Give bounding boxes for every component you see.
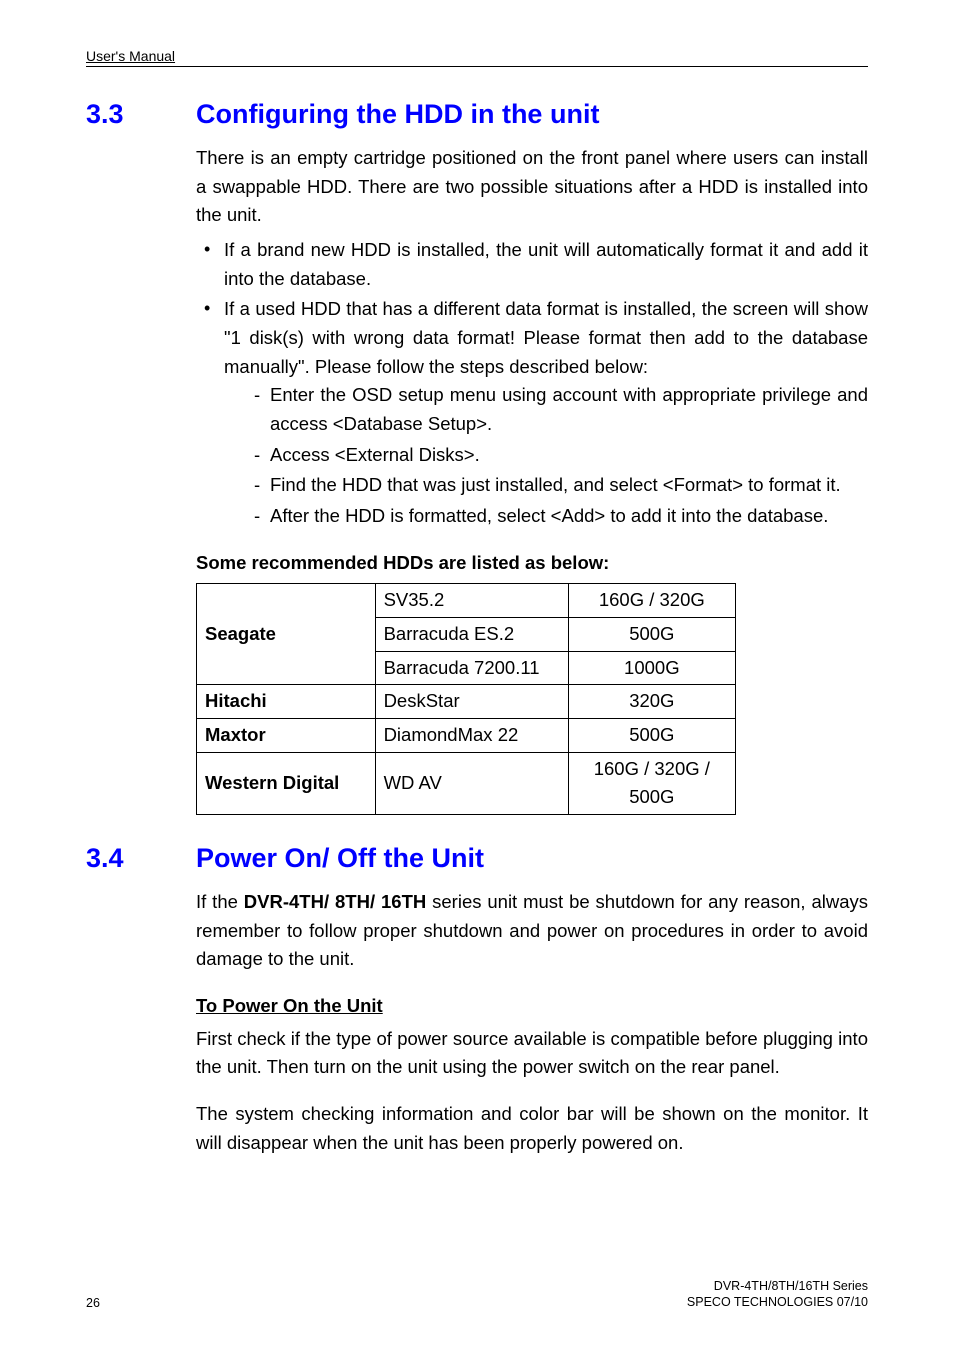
model-cell: Barracuda ES.2 [375, 618, 568, 652]
capacity-cell: 160G / 320G [568, 584, 735, 618]
footer-right: DVR-4TH/8TH/16TH Series SPECO TECHNOLOGI… [687, 1278, 868, 1311]
power-on-subheading: To Power On the Unit [196, 992, 868, 1021]
model-cell: DeskStar [375, 685, 568, 719]
intro-bold: DVR-4TH/ 8TH/ 16TH [244, 891, 426, 912]
intro-prefix: If the [196, 891, 244, 912]
bullet-text: If a brand new HDD is installed, the uni… [224, 239, 868, 289]
section-title: Configuring the HDD in the unit [196, 99, 599, 130]
capacity-cell: 500G [568, 618, 735, 652]
dash-list: Enter the OSD setup menu using account w… [224, 381, 868, 530]
footer-line1: DVR-4TH/8TH/16TH Series [687, 1278, 868, 1294]
brand-cell: Seagate [197, 584, 376, 685]
table-row: Seagate SV35.2 160G / 320G [197, 584, 736, 618]
dash-item: After the HDD is formatted, select <Add>… [224, 502, 868, 531]
paragraph: The system checking information and colo… [196, 1100, 868, 1157]
table-caption: Some recommended HDDs are listed as belo… [196, 549, 868, 578]
bullet-list: If a brand new HDD is installed, the uni… [196, 236, 868, 531]
footer-page-number: 26 [86, 1296, 100, 1310]
model-cell: WD AV [375, 752, 568, 814]
dash-item: Find the HDD that was just installed, an… [224, 471, 868, 500]
page-footer: 26 DVR-4TH/8TH/16TH Series SPECO TECHNOL… [86, 1278, 868, 1311]
bullet-item: If a brand new HDD is installed, the uni… [196, 236, 868, 293]
section-3-3-heading: 3.3 Configuring the HDD in the unit [86, 99, 868, 130]
brand-cell: Hitachi [197, 685, 376, 719]
section-3-4-heading: 3.4 Power On/ Off the Unit [86, 843, 868, 874]
bullet-text: If a used HDD that has a different data … [224, 298, 868, 376]
dash-item: Enter the OSD setup menu using account w… [224, 381, 868, 438]
section-title: Power On/ Off the Unit [196, 843, 484, 874]
intro-paragraph: If the DVR-4TH/ 8TH/ 16TH series unit mu… [196, 888, 868, 974]
page-header: User's Manual [86, 48, 868, 67]
footer-line2: SPECO TECHNOLOGIES 07/10 [687, 1294, 868, 1310]
intro-paragraph: There is an empty cartridge positioned o… [196, 144, 868, 230]
table-row: Western Digital WD AV 160G / 320G / 500G [197, 752, 736, 814]
table-row: Hitachi DeskStar 320G [197, 685, 736, 719]
section-3-3-body: There is an empty cartridge positioned o… [196, 144, 868, 815]
capacity-cell: 500G [568, 719, 735, 753]
section-number: 3.3 [86, 99, 196, 130]
section-3-4-body: If the DVR-4TH/ 8TH/ 16TH series unit mu… [196, 888, 868, 1163]
capacity-cell: 160G / 320G / 500G [568, 752, 735, 814]
model-cell: Barracuda 7200.11 [375, 651, 568, 685]
hdd-table: Seagate SV35.2 160G / 320G Barracuda ES.… [196, 583, 736, 815]
brand-cell: Western Digital [197, 752, 376, 814]
table-row: Maxtor DiamondMax 22 500G [197, 719, 736, 753]
model-cell: SV35.2 [375, 584, 568, 618]
page: User's Manual 3.3 Configuring the HDD in… [0, 0, 954, 1350]
bullet-item: If a used HDD that has a different data … [196, 295, 868, 530]
paragraph: First check if the type of power source … [196, 1025, 868, 1082]
model-cell: DiamondMax 22 [375, 719, 568, 753]
capacity-cell: 1000G [568, 651, 735, 685]
section-number: 3.4 [86, 843, 196, 874]
capacity-cell: 320G [568, 685, 735, 719]
brand-cell: Maxtor [197, 719, 376, 753]
dash-item: Access <External Disks>. [224, 441, 868, 470]
